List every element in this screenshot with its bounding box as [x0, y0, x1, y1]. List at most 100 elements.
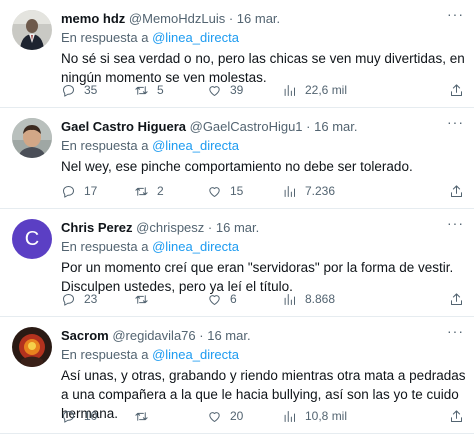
user-handle[interactable]: @GaelCastroHigu1 [190, 119, 303, 134]
heart-icon [209, 85, 220, 96]
avatar[interactable] [12, 327, 52, 367]
share-button[interactable] [449, 292, 464, 307]
more-options-icon[interactable]: ··· [447, 215, 464, 232]
like-button[interactable]: 20 [207, 409, 282, 424]
avatar[interactable] [12, 118, 52, 158]
retweet-icon [135, 294, 148, 304]
tweet[interactable]: C Chris Perez @chrispesz · 16 mar. ··· E… [0, 209, 474, 317]
display-name[interactable]: Gael Castro Higuera [61, 119, 186, 134]
mention-link[interactable]: @linea_directa [152, 347, 239, 362]
reply-button[interactable]: 35 [61, 83, 134, 98]
retweet-button[interactable]: 5 [134, 83, 207, 98]
tweet-date[interactable]: 16 mar. [216, 220, 259, 235]
mention-link[interactable]: @linea_directa [152, 30, 239, 45]
user-photo-avatar-icon [12, 118, 52, 158]
display-name[interactable]: memo hdz [61, 11, 125, 26]
retweet-count: 2 [157, 184, 164, 198]
tweet[interactable]: Sacrom @regidavila76 · 16 mar. ··· En re… [0, 317, 474, 434]
tweet[interactable]: Gael Castro Higuera @GaelCastroHigu1 · 1… [0, 108, 474, 209]
views-chart-icon [284, 410, 295, 422]
views-count: 10,8 mil [305, 409, 348, 423]
reply-context: En respuesta a @linea_directa [61, 137, 466, 154]
retweet-icon [135, 186, 148, 196]
views-chart-icon [284, 84, 295, 96]
reply-context: En respuesta a @linea_directa [61, 238, 466, 255]
tweet-date[interactable]: 16 mar. [237, 11, 280, 26]
more-options-icon[interactable]: ··· [447, 114, 464, 131]
reply-context: En respuesta a @linea_directa [61, 29, 466, 46]
avatar[interactable]: C [12, 219, 52, 259]
user-handle[interactable]: @chrispesz [136, 220, 204, 235]
reply-button[interactable]: 10 [61, 409, 134, 424]
tweet-date[interactable]: 16 mar. [314, 119, 357, 134]
reply-icon [63, 84, 74, 97]
reply-button[interactable]: 17 [61, 184, 134, 199]
user-handle[interactable]: @MemoHdzLuis [129, 11, 225, 26]
user-handle[interactable]: @regidavila76 [112, 328, 195, 343]
reply-button[interactable]: 23 [61, 292, 134, 307]
views-button[interactable]: 7.236 [282, 184, 372, 199]
like-count: 20 [230, 409, 244, 423]
retweet-icon [135, 85, 148, 95]
reply-prefix: En respuesta a [61, 138, 149, 153]
tweet-actions: 35 5 39 22,6 mil [61, 82, 464, 98]
more-options-icon[interactable]: ··· [447, 6, 464, 23]
tweet-text: Nel wey, ese pinche comportamiento no de… [61, 159, 413, 174]
views-chart-icon [284, 185, 295, 197]
views-count: 22,6 mil [305, 83, 348, 97]
separator-dot: · [306, 119, 311, 134]
views-button[interactable]: 22,6 mil [282, 83, 372, 98]
mention-link[interactable]: @linea_directa [152, 138, 239, 153]
share-button[interactable] [449, 184, 464, 199]
like-count: 15 [230, 184, 244, 198]
share-button[interactable] [449, 83, 464, 98]
share-icon [451, 292, 462, 305]
avatar[interactable] [12, 10, 52, 50]
tweet-header: Gael Castro Higuera @GaelCastroHigu1 · 1… [61, 118, 466, 135]
views-count: 8.868 [305, 292, 336, 306]
like-button[interactable]: 15 [207, 184, 282, 199]
views-button[interactable]: 8.868 [282, 292, 372, 307]
tweet-header: Chris Perez @chrispesz · 16 mar. [61, 219, 466, 236]
retweet-icon [135, 411, 148, 421]
separator-dot: · [207, 220, 213, 235]
views-button[interactable]: 10,8 mil [282, 409, 372, 424]
reply-count: 23 [84, 292, 98, 306]
tweet-header: memo hdz @MemoHdzLuis · 16 mar. [61, 10, 466, 27]
mention-link[interactable]: @linea_directa [152, 239, 239, 254]
reply-prefix: En respuesta a [61, 239, 149, 254]
display-name[interactable]: Sacrom [61, 328, 109, 343]
retweet-button[interactable] [134, 292, 207, 307]
retweet-button[interactable] [134, 409, 207, 424]
share-button[interactable] [449, 409, 464, 424]
user-photo-avatar-icon [12, 10, 52, 50]
retweet-button[interactable]: 2 [134, 184, 207, 199]
reply-count: 17 [84, 184, 98, 198]
reply-icon [63, 293, 74, 306]
share-icon [451, 83, 462, 96]
reply-feed: memo hdz @MemoHdzLuis · 16 mar. ··· En r… [0, 0, 474, 434]
reply-count: 10 [84, 409, 98, 423]
like-button[interactable]: 6 [207, 292, 282, 307]
share-icon [451, 184, 462, 197]
share-icon [451, 409, 462, 422]
reply-icon [63, 185, 74, 198]
reply-icon [63, 410, 74, 423]
reply-prefix: En respuesta a [61, 347, 149, 362]
tweet-actions: 10 20 10,8 mil [61, 408, 464, 424]
reply-prefix: En respuesta a [61, 30, 149, 45]
avatar-letter: C [24, 228, 40, 250]
retweet-count: 5 [157, 83, 164, 97]
display-name[interactable]: Chris Perez [61, 220, 133, 235]
heart-icon [209, 411, 220, 422]
reply-context: En respuesta a @linea_directa [61, 346, 466, 363]
separator-dot: · [228, 11, 234, 26]
separator-dot: · [199, 328, 204, 343]
views-count: 7.236 [305, 184, 336, 198]
more-options-icon[interactable]: ··· [447, 323, 464, 340]
like-button[interactable]: 39 [207, 83, 282, 98]
heart-icon [209, 186, 220, 197]
tweet-date[interactable]: 16 mar. [207, 328, 250, 343]
user-photo-avatar-icon [12, 327, 52, 367]
tweet[interactable]: memo hdz @MemoHdzLuis · 16 mar. ··· En r… [0, 0, 474, 108]
